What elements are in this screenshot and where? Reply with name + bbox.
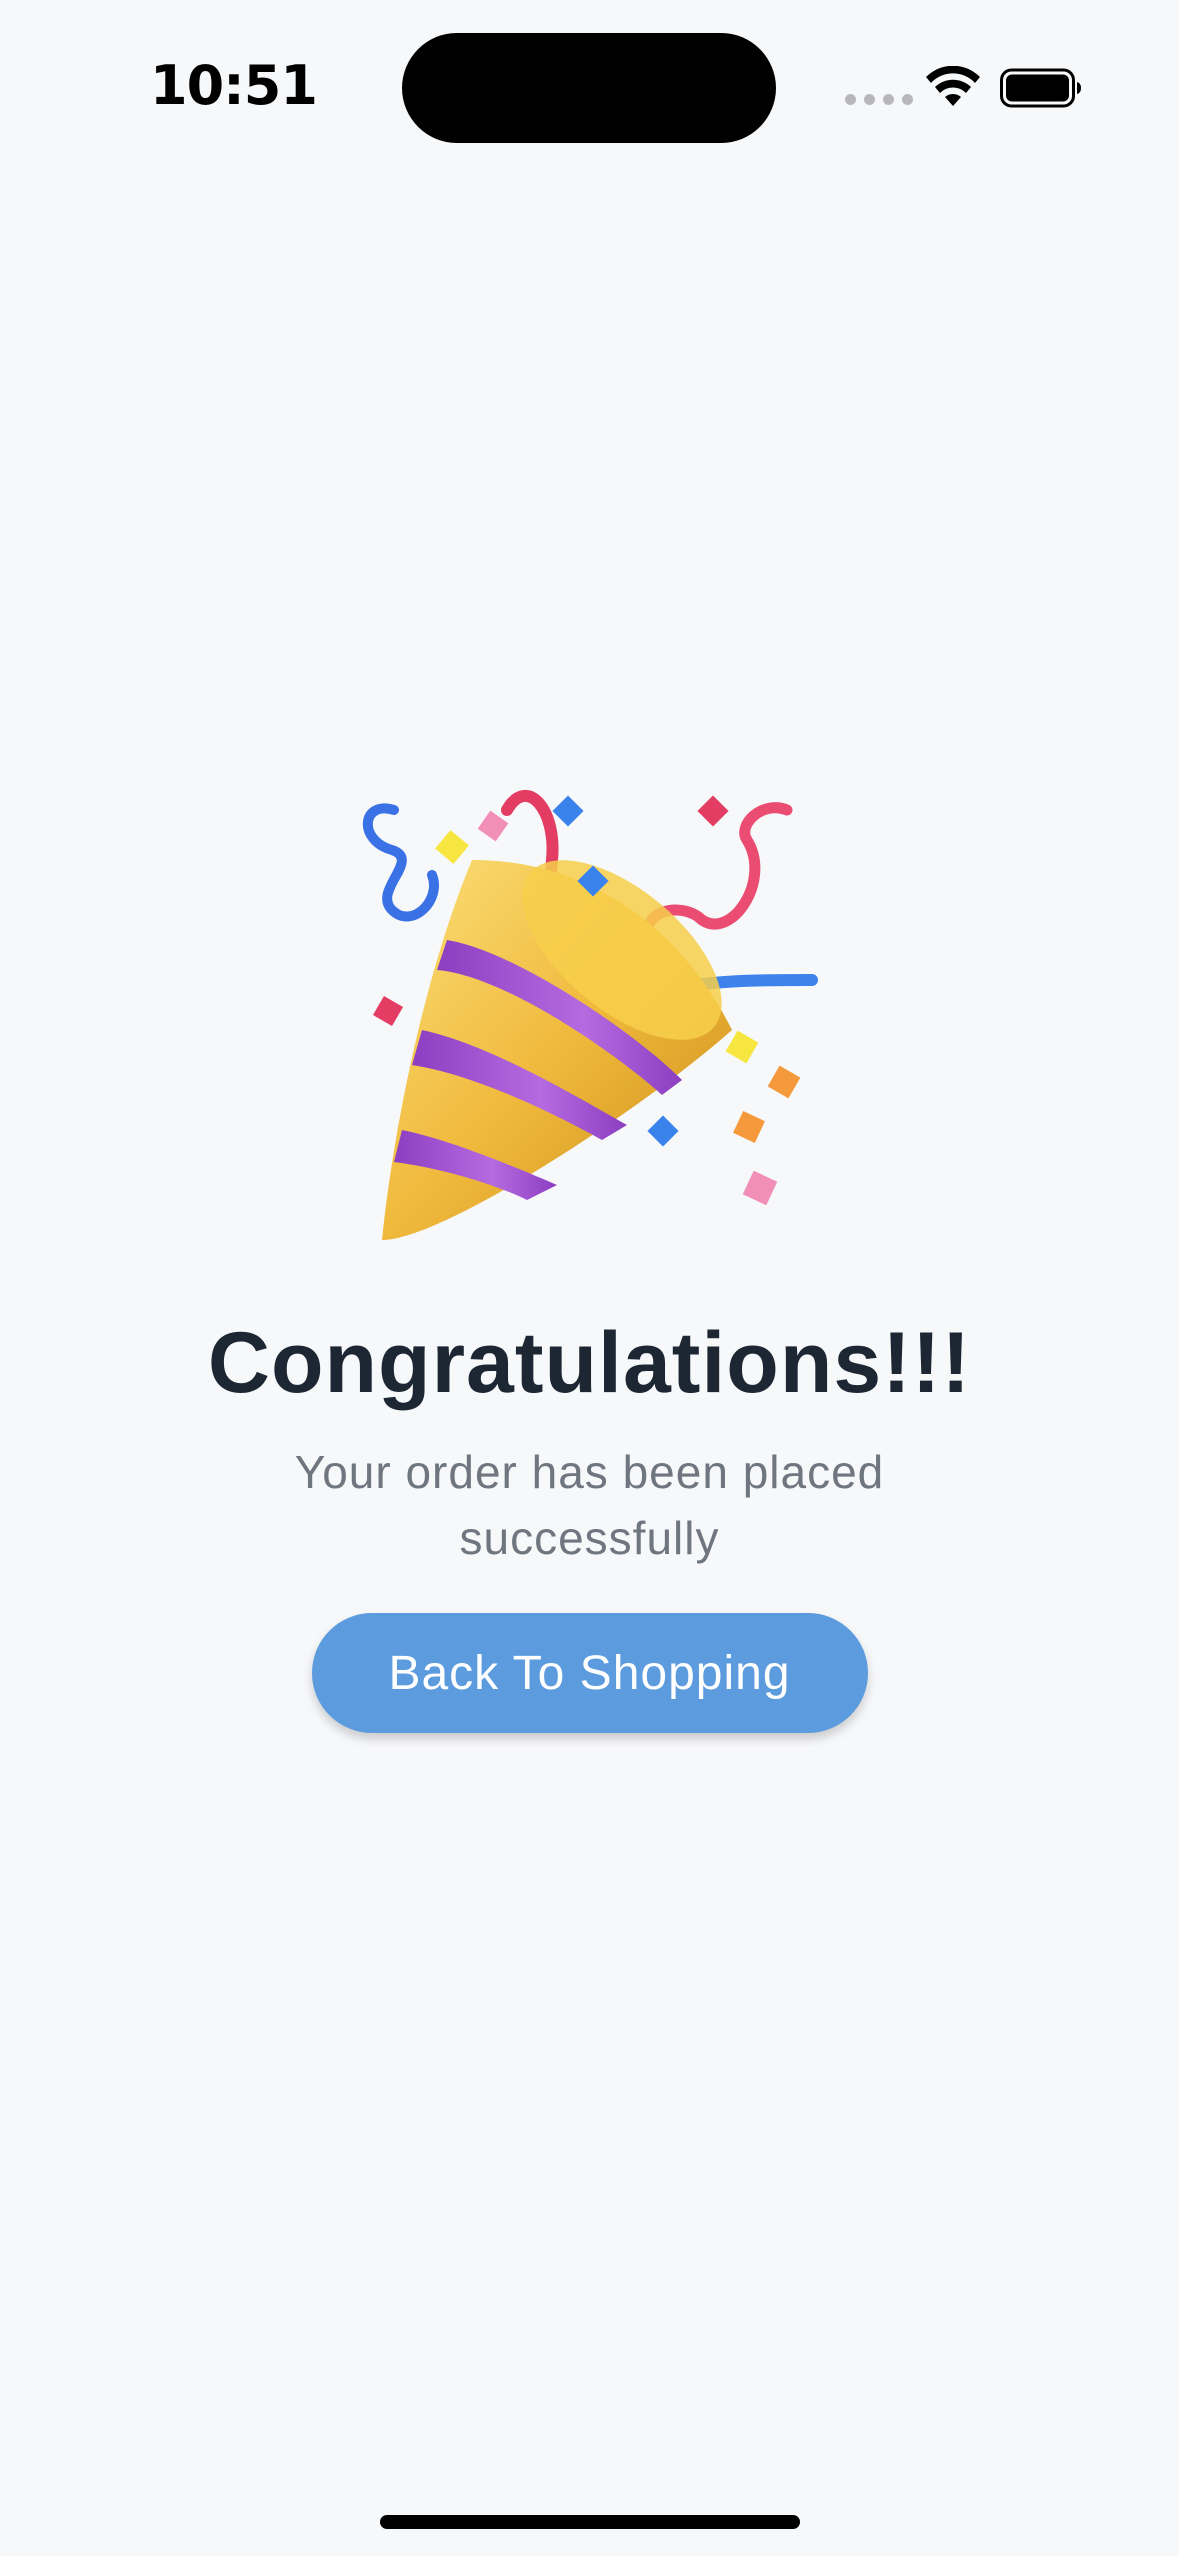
back-to-shopping-button[interactable]: Back To Shopping bbox=[311, 1613, 868, 1733]
party-popper-icon bbox=[362, 790, 818, 1240]
status-bar: 10:51 bbox=[0, 0, 1179, 150]
battery-icon bbox=[1000, 68, 1081, 108]
cellular-signal-icon bbox=[845, 94, 913, 105]
order-success-panel: Congratulations!!! Your order has been p… bbox=[0, 780, 1179, 1733]
success-title: Congratulations!!! bbox=[207, 1315, 972, 1411]
success-message: Your order has been placed successfully bbox=[294, 1446, 885, 1564]
dynamic-island bbox=[402, 33, 776, 143]
home-indicator[interactable] bbox=[380, 2515, 800, 2529]
status-time: 10:51 bbox=[150, 54, 318, 117]
wifi-icon bbox=[926, 66, 980, 106]
